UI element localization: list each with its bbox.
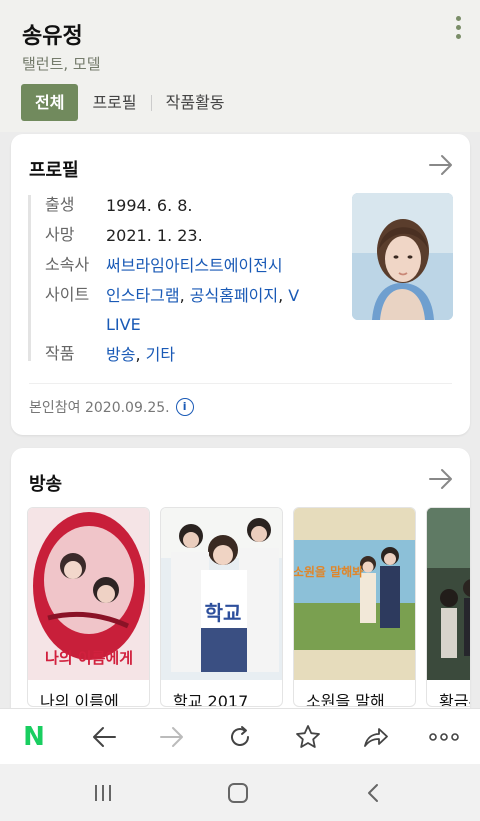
instagram-link[interactable]: 인스타그램 [106, 286, 180, 305]
share-icon [364, 728, 388, 747]
broadcast-title: 소원을 말해 [306, 692, 385, 707]
poster-image [427, 508, 470, 680]
more-options-icon[interactable] [450, 16, 466, 44]
poster-image: 소원을 말해봐 [294, 508, 415, 680]
refresh-icon [231, 726, 249, 746]
broadcast-item[interactable]: 나의 이름에게 나의 이름에 [27, 507, 150, 707]
home-icon [228, 783, 248, 803]
updated-text: 본인참여 2020.09.25. [29, 400, 170, 416]
arrow-right-icon[interactable] [428, 468, 454, 490]
poster-title-text: 나의 이름에게 [45, 649, 133, 667]
page-subtitle: 탤런트, 모델 [22, 55, 101, 73]
naver-home-button[interactable]: N [18, 721, 50, 753]
poster-title-text: 소원을 말해봐 [294, 564, 363, 579]
arrow-right-icon[interactable] [428, 154, 454, 176]
broadcast-title: 황금무 [439, 692, 470, 707]
recent-apps-button[interactable] [88, 778, 118, 808]
info-row-site: 사이트 인스타그램, 공식홈페이지, V LIVE [45, 281, 306, 339]
self-participation-note: 본인참여 2020.09.25. i [29, 397, 194, 417]
back-button[interactable] [88, 721, 120, 753]
system-back-button[interactable] [358, 778, 388, 808]
info-row-works: 작품 방송, 기타 [45, 340, 306, 369]
info-row-agency: 소속사 써브라임아티스트에이전시 [45, 251, 306, 280]
star-icon [296, 725, 320, 748]
forward-arrow-icon [160, 727, 183, 747]
agency-link[interactable]: 써브라임아티스트에이전시 [106, 256, 283, 275]
info-value: 1994. 6. 8. [106, 196, 193, 215]
home-button[interactable] [223, 778, 253, 808]
broadcast-card-title: 방송 [29, 474, 63, 495]
broadcast-card: 방송 나의 이름에게 나의 이름에 학교 학교 2017 소원을 말해봐 소원을… [11, 448, 470, 738]
info-value: 2021. 1. 23. [106, 226, 203, 245]
profile-header: 송유정 탤런트, 모델 전체 프로필 작품활동 [0, 0, 480, 132]
info-divider-bar [28, 195, 31, 361]
tab-all[interactable]: 전체 [21, 84, 79, 121]
info-icon[interactable]: i [175, 398, 194, 416]
more-icon [429, 733, 459, 741]
tab-profile[interactable]: 프로필 [78, 84, 150, 121]
naver-logo: N [23, 722, 45, 752]
poster-image: 학교 [161, 508, 282, 680]
refresh-button[interactable] [224, 721, 256, 753]
profile-card: 프로필 출생 1994. 6. 8. 사망 2021. 1. 23. 소속사 써… [11, 134, 470, 435]
profile-photo[interactable] [352, 193, 453, 320]
poster-image: 나의 이름에게 [28, 508, 149, 680]
profile-card-title: 프로필 [29, 160, 79, 181]
tab-bar: 전체 프로필 작품활동 [21, 84, 239, 121]
system-navigation-bar [0, 764, 480, 821]
tab-works[interactable]: 작품활동 [152, 84, 239, 121]
info-row-death: 사망 2021. 1. 23. [45, 221, 306, 250]
card-divider [29, 383, 452, 384]
broadcast-item[interactable]: 학교 학교 2017 [160, 507, 283, 707]
info-label: 작품 [45, 344, 75, 363]
info-row-birth: 출생 1994. 6. 8. [45, 191, 306, 220]
homepage-link[interactable]: 공식홈페이지 [190, 286, 278, 305]
back-icon [368, 784, 378, 802]
broadcast-item[interactable]: 황금무 [426, 507, 470, 707]
broadcast-title: 학교 2017 [173, 692, 249, 707]
etc-link[interactable]: 기타 [146, 345, 175, 364]
broadcast-link[interactable]: 방송 [106, 345, 135, 364]
broadcast-carousel[interactable]: 나의 이름에게 나의 이름에 학교 학교 2017 소원을 말해봐 소원을 말해… [27, 507, 470, 707]
browser-toolbar: N [0, 708, 480, 764]
broadcast-item[interactable]: 소원을 말해봐 소원을 말해 [293, 507, 416, 707]
back-arrow-icon [93, 727, 116, 747]
info-label: 소속사 [45, 255, 90, 274]
bookmark-button[interactable] [292, 721, 324, 753]
broadcast-title: 나의 이름에 [40, 692, 119, 707]
forward-button[interactable] [156, 721, 188, 753]
more-button[interactable] [428, 721, 460, 753]
info-label: 사망 [45, 225, 75, 244]
recent-apps-icon [95, 785, 111, 801]
info-label: 사이트 [45, 285, 90, 304]
info-label: 출생 [45, 195, 75, 214]
page-title: 송유정 [22, 24, 83, 49]
poster-title-text: 학교 [205, 601, 242, 625]
share-button[interactable] [360, 721, 392, 753]
